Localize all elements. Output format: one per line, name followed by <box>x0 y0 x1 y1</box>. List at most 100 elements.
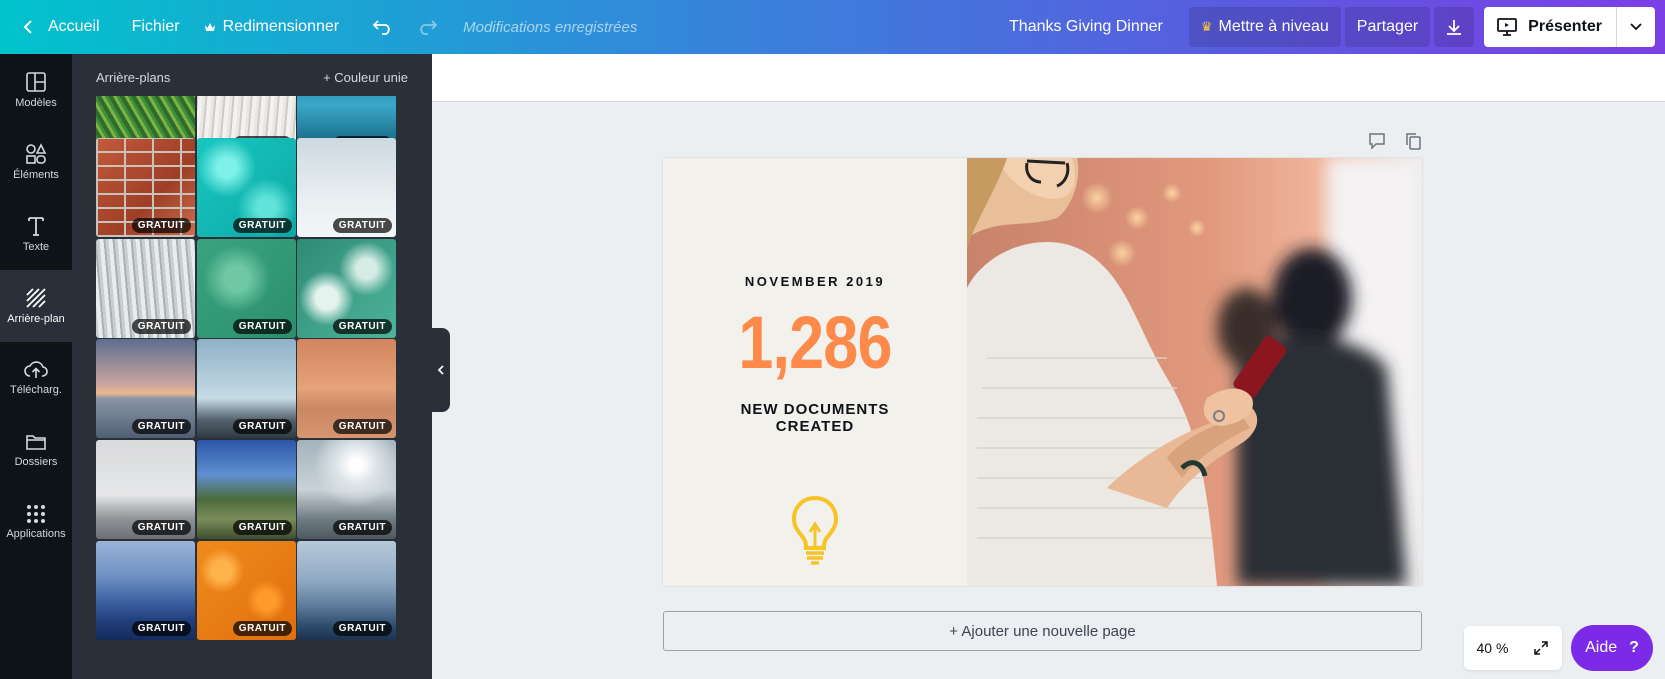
home-label: Accueil <box>48 18 100 35</box>
background-tile-sea-foam[interactable]: GRATUIT <box>297 239 396 338</box>
design-number[interactable]: 1,286 <box>686 300 944 385</box>
file-menu-button[interactable]: Fichier <box>120 7 192 47</box>
design-page[interactable]: NOVEMBER 2019 1,286 NEW DOCUMENTS CREATE… <box>663 158 1422 586</box>
background-tile-snowy-forest[interactable]: GRATUIT <box>96 239 195 338</box>
free-badge: GRATUIT <box>332 218 392 233</box>
download-button[interactable] <box>1434 7 1475 47</box>
background-tile-sunset-sea[interactable]: GRATUIT <box>96 339 195 438</box>
rail-item-text[interactable]: Texte <box>0 198 72 270</box>
upload-icon <box>24 361 48 378</box>
top-toolbar: Accueil Fichier Redimensionner Modificat… <box>0 0 1665 54</box>
add-new-page-button[interactable]: + Ajouter une nouvelle page <box>663 611 1422 651</box>
question-mark-icon: ? <box>1629 639 1639 656</box>
panel-header: Arrière-plans + Couleur unie <box>96 70 408 85</box>
free-badge: GRATUIT <box>131 520 191 535</box>
present-button-group: Présenter <box>1484 7 1655 47</box>
present-options-button[interactable] <box>1617 7 1655 47</box>
apps-icon <box>27 505 45 523</box>
background-tile-blue-haze-hills[interactable]: GRATUIT <box>297 541 396 640</box>
free-badge: GRATUIT <box>232 218 292 233</box>
free-badge: GRATUIT <box>131 218 191 233</box>
free-badge: GRATUIT <box>232 419 292 434</box>
share-label: Partager <box>1356 18 1419 35</box>
background-tile-orange-poppies[interactable]: GRATUIT <box>197 541 296 640</box>
present-button[interactable]: Présenter <box>1484 7 1617 47</box>
resize-button[interactable]: Redimensionner <box>192 7 352 47</box>
rail-item-folders[interactable]: Dossiers <box>0 414 72 486</box>
zoom-control: 40 % <box>1464 626 1562 670</box>
download-icon <box>1447 20 1462 35</box>
save-status: Modifications enregistrées <box>463 18 638 36</box>
background-tile-desert-dune[interactable]: GRATUIT <box>297 339 396 438</box>
design-text-panel: NOVEMBER 2019 1,286 NEW DOCUMENTS CREATE… <box>663 158 967 586</box>
rail-item-background[interactable]: Arrière-plan <box>0 270 72 342</box>
free-badge: GRATUIT <box>131 319 191 334</box>
woman-with-phone-photo <box>967 158 1422 586</box>
rail-label: Éléments <box>13 169 59 181</box>
background-tile-foggy-city[interactable]: GRATUIT <box>96 440 195 539</box>
rail-label: Applications <box>6 528 66 540</box>
rail-item-templates[interactable]: Modèles <box>0 54 72 126</box>
rail-label: Télécharg. <box>10 384 62 396</box>
comment-icon[interactable] <box>1367 131 1387 151</box>
rail-item-apps[interactable]: Applications <box>0 486 72 558</box>
present-icon <box>1497 18 1518 36</box>
background-tile-mountain-sky[interactable]: GRATUIT <box>197 339 296 438</box>
elements-icon <box>26 143 47 164</box>
collapse-panel-button[interactable] <box>432 328 450 412</box>
background-tile-turquoise-pool[interactable]: GRATUIT <box>197 138 296 237</box>
redo-icon <box>420 20 438 35</box>
free-badge: GRATUIT <box>332 419 392 434</box>
upgrade-button[interactable]: ♛ Mettre à niveau <box>1188 7 1341 47</box>
free-badge: GRATUIT <box>232 319 292 334</box>
editor-toolbar <box>432 54 1665 102</box>
design-label[interactable]: NEW DOCUMENTS CREATED <box>663 401 967 435</box>
add-solid-color-button[interactable]: + Couleur unie <box>323 70 408 85</box>
background-grid: GRATUIT GRATUIT GRATUIT GRATUIT GRATUIT GRATU… <box>96 96 408 679</box>
undo-button[interactable] <box>361 7 405 47</box>
rail-item-elements[interactable]: Éléments <box>0 126 72 198</box>
background-tile-brick-wall[interactable]: GRATUIT <box>96 138 195 237</box>
chevron-left-icon <box>23 20 32 34</box>
chevron-left-icon <box>437 365 444 375</box>
upgrade-label: Mettre à niveau <box>1218 18 1329 35</box>
rail-item-uploads[interactable]: Télécharg. <box>0 342 72 414</box>
design-label-line2: CREATED <box>775 418 855 435</box>
rail-label: Arrière-plan <box>7 313 65 325</box>
file-label: Fichier <box>131 18 180 35</box>
free-badge: GRATUIT <box>332 520 392 535</box>
background-tile-sun-mist-trees[interactable]: GRATUIT <box>297 440 396 539</box>
free-badge: GRATUIT <box>131 419 191 434</box>
document-title[interactable]: Thanks Giving Dinner <box>997 7 1175 47</box>
home-button[interactable]: Accueil <box>0 7 112 47</box>
folder-icon <box>26 435 46 450</box>
background-tile-blue-mountains[interactable]: GRATUIT <box>197 440 296 539</box>
zoom-level[interactable]: 40 % <box>1477 640 1509 656</box>
page-tools <box>1351 131 1423 151</box>
background-tile-green-water[interactable]: GRATUIT <box>197 239 296 338</box>
design-label-line1: NEW DOCUMENTS <box>740 401 890 418</box>
backgrounds-panel: Arrière-plans + Couleur unie GRATUIT GRAT… <box>72 54 432 679</box>
free-badge: GRATUIT <box>232 621 292 636</box>
background-tile-blue-ridges[interactable]: GRATUIT <box>96 541 195 640</box>
chevron-down-icon <box>1630 23 1642 31</box>
crown-icon <box>204 23 215 31</box>
resize-label: Redimensionner <box>222 18 340 35</box>
templates-icon <box>26 72 46 92</box>
duplicate-page-icon[interactable] <box>1403 131 1423 151</box>
help-button[interactable]: Aide ? <box>1571 625 1653 671</box>
help-label: Aide <box>1585 639 1618 656</box>
background-tile-misty-sky[interactable]: GRATUIT <box>297 138 396 237</box>
free-badge: GRATUIT <box>332 319 392 334</box>
free-badge: GRATUIT <box>131 621 191 636</box>
lightbulb-icon[interactable] <box>789 494 841 566</box>
side-rail: Modèles Éléments Texte Arrière-plan Télé… <box>0 54 72 679</box>
design-date[interactable]: NOVEMBER 2019 <box>663 274 967 289</box>
undo-icon <box>373 20 390 35</box>
expand-icon[interactable] <box>1533 640 1549 656</box>
redo-button[interactable] <box>405 7 449 47</box>
design-photo[interactable] <box>967 158 1422 586</box>
text-icon <box>28 217 44 236</box>
crown-icon: ♛ <box>1200 19 1213 34</box>
share-button[interactable]: Partager <box>1344 7 1431 47</box>
